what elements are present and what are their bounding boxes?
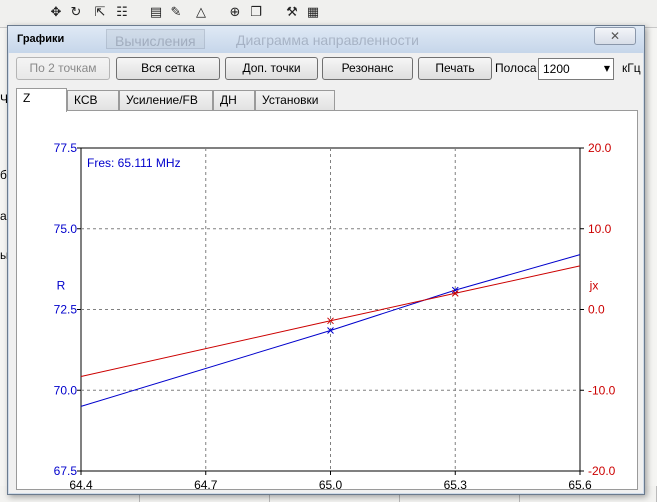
y-left-axis-label: R xyxy=(57,279,66,293)
signature-icon[interactable]: ✎ xyxy=(168,5,184,21)
extra-points-button[interactable]: Доп. точки xyxy=(225,57,318,80)
background-right-pane xyxy=(644,28,657,502)
y-left-tick-label: 70.0 xyxy=(54,383,78,397)
two-points-button[interactable]: По 2 точкам xyxy=(16,57,110,80)
y-right-tick-label: 0.0 xyxy=(588,303,605,317)
chevron-down-icon: ▼ xyxy=(603,64,610,73)
calculator-icon[interactable]: ▦ xyxy=(305,5,321,21)
y-right-axis-label: jx xyxy=(589,279,599,293)
close-button[interactable]: ✕ xyxy=(594,27,636,45)
y-right-tick-label: 10.0 xyxy=(588,222,612,236)
tab-gain-fb[interactable]: Усиление/FB xyxy=(119,90,213,111)
tools-icon[interactable]: ⚒ xyxy=(284,5,300,21)
dialog-titlebar[interactable]: Вычисления Диаграмма направленности Граф… xyxy=(8,26,644,53)
x-tick-label: 64.7 xyxy=(194,478,218,491)
x-tick-label: 65.0 xyxy=(319,478,343,491)
tab-swr[interactable]: КСВ xyxy=(67,90,119,111)
y-left-tick-label: 67.5 xyxy=(54,464,78,478)
impedance-chart: 64.4 64.7 65.0 65.3 65.6 77.5 75.0 72.5 70.0 67.5… xyxy=(54,141,616,491)
y-right-tick-label: 20.0 xyxy=(588,141,612,155)
y-left-tick-label: 77.5 xyxy=(54,141,78,155)
tab-pattern[interactable]: ДН xyxy=(213,90,255,111)
x-tick-label: 65.6 xyxy=(568,478,592,491)
y-right-tick-label: -20.0 xyxy=(588,464,616,478)
y-left-tick-label: 75.0 xyxy=(54,222,78,236)
band-select[interactable]: 1200 ▼ xyxy=(538,58,614,80)
grid-icon[interactable]: ☷ xyxy=(114,5,130,21)
triangle-icon[interactable]: △ xyxy=(193,5,209,21)
tab-z[interactable]: Z xyxy=(16,88,67,112)
x-tick-label: 65.3 xyxy=(444,478,468,491)
close-icon: ✕ xyxy=(609,29,621,43)
chart-toolbar: По 2 точкам Вся сетка Доп. точки Резонан… xyxy=(16,57,641,81)
background-tab-calculations: Вычисления xyxy=(106,29,205,49)
background-toolbar: ✥ ↻ ⇱ ☷ ▤ ✎ △ ⊕ ❐ ⚒ ▦ xyxy=(0,0,657,28)
chart-panel: 64.4 64.7 65.0 65.3 65.6 77.5 75.0 72.5 70.0 67.5… xyxy=(16,110,638,491)
background-text-fragment: б xyxy=(0,168,7,182)
resonance-button[interactable]: Резонанс xyxy=(322,57,413,80)
band-unit-label: кГц xyxy=(622,61,641,75)
chart-tabs: Z КСВ Усиление/FB ДН Установки xyxy=(16,88,638,112)
export-icon[interactable]: ⇱ xyxy=(92,5,108,21)
x-tick-label: 64.4 xyxy=(69,478,93,491)
dialog-title: Графики xyxy=(17,33,65,45)
tab-settings[interactable]: Установки xyxy=(255,90,335,111)
document-icon[interactable]: ▤ xyxy=(148,5,164,21)
charts-dialog: Вычисления Диаграмма направленности Граф… xyxy=(7,25,645,495)
background-tab-pattern: Диаграмма направленности xyxy=(236,32,419,48)
y-left-tick-label: 72.5 xyxy=(54,303,78,317)
full-grid-button[interactable]: Вся сетка xyxy=(116,57,220,80)
print-button[interactable]: Печать xyxy=(418,57,492,80)
move-icon[interactable]: ✥ xyxy=(48,5,64,21)
copy-icon[interactable]: ❐ xyxy=(248,5,264,21)
y-right-tick-label: -10.0 xyxy=(588,383,616,397)
band-select-value: 1200 xyxy=(543,62,570,76)
band-label: Полоса xyxy=(495,61,537,75)
crosshair-icon[interactable]: ⊕ xyxy=(227,5,243,21)
rotate-icon[interactable]: ↻ xyxy=(68,5,84,21)
resonance-annotation: Fres: 65.111 MHz xyxy=(87,156,181,170)
